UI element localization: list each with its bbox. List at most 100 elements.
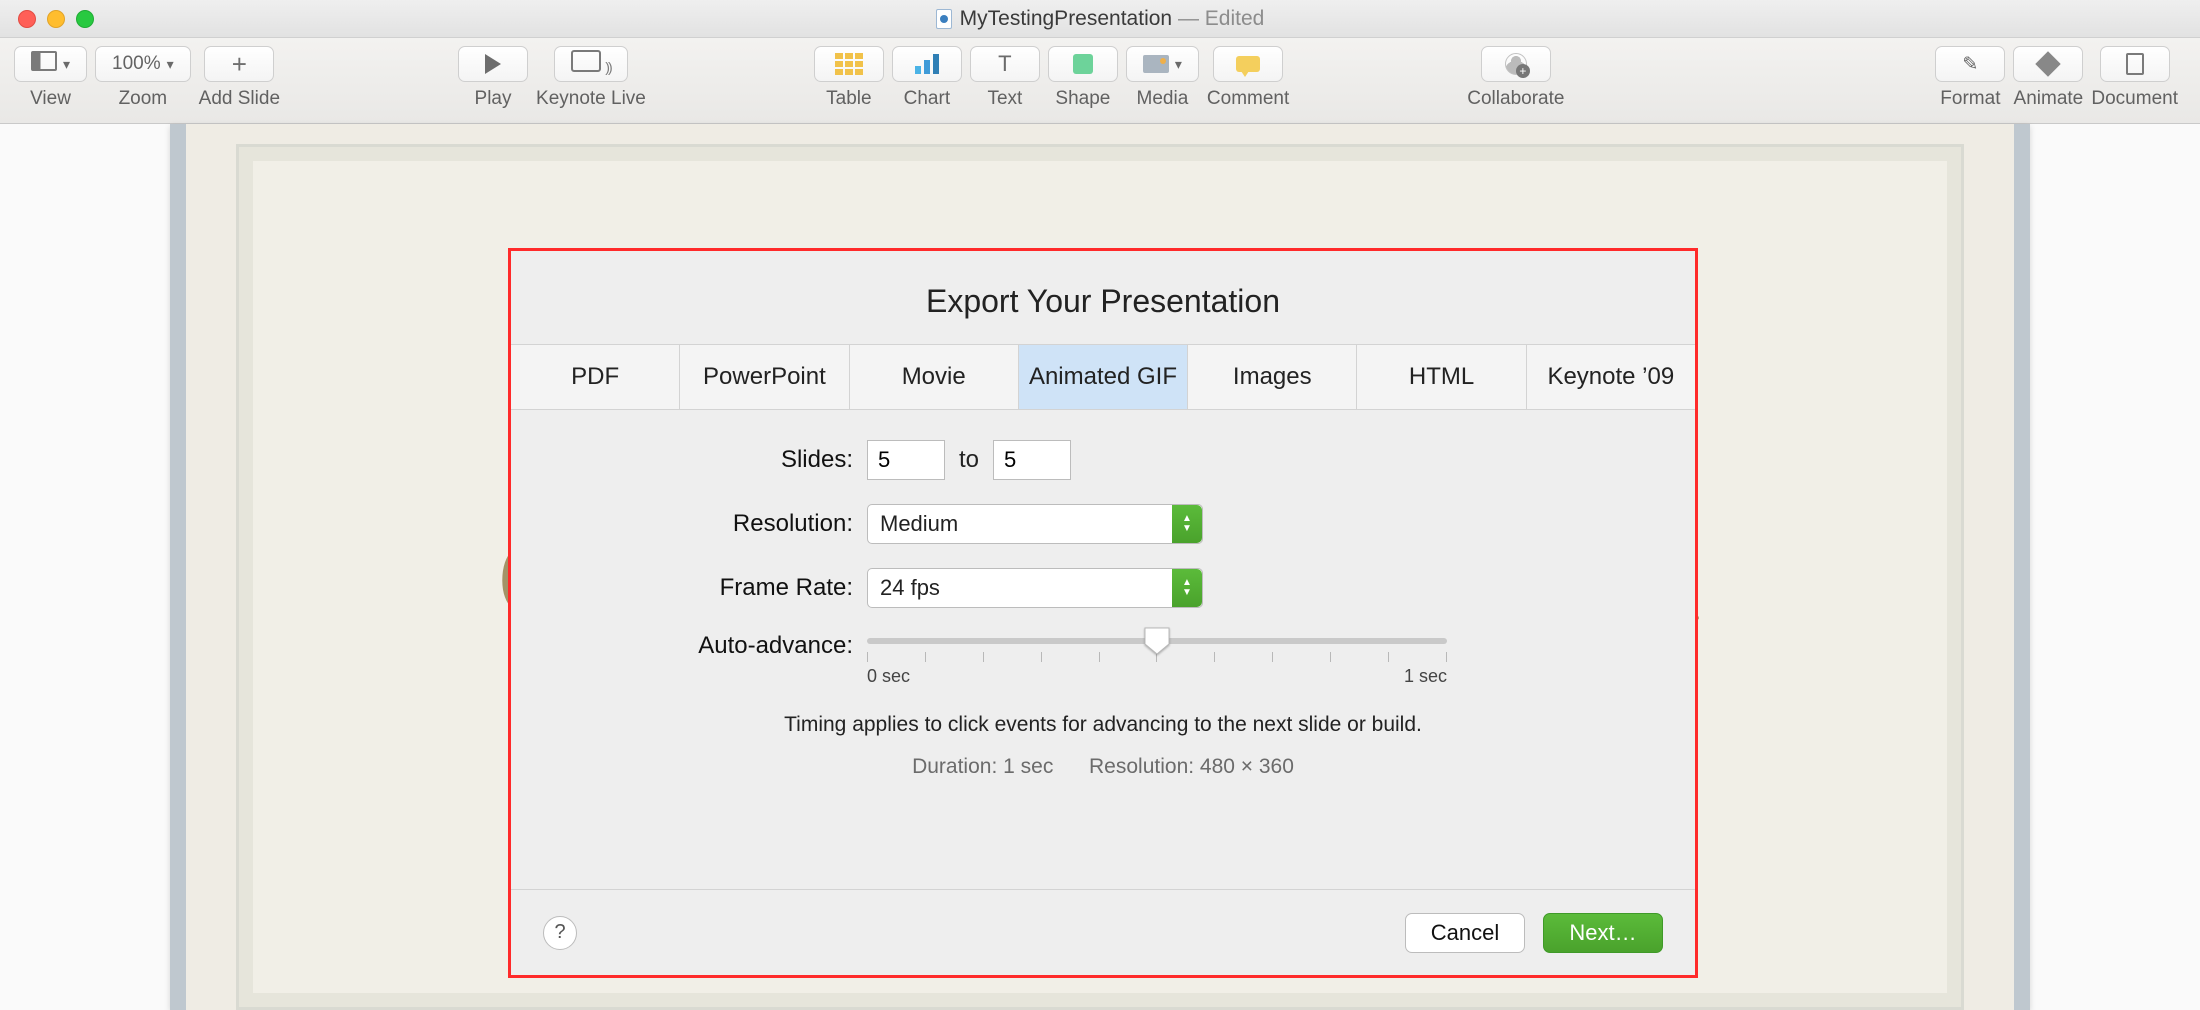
play-button[interactable]: [458, 46, 528, 82]
table-label: Table: [826, 88, 871, 110]
page-icon: [2126, 53, 2144, 75]
toolbar-collaborate: Collaborate: [1467, 46, 1564, 110]
window-titlebar: MyTestingPresentation — Edited: [0, 0, 2200, 38]
keynote-live-button[interactable]: [554, 46, 627, 82]
media-icon: [1143, 55, 1169, 73]
toolbar-play: Play: [458, 46, 528, 110]
view-label: View: [30, 88, 71, 110]
toolbar-shape: Shape: [1048, 46, 1118, 110]
document-title: MyTestingPresentation: [960, 7, 1172, 31]
slider-tick-labels: 0 sec 1 sec: [867, 666, 1447, 687]
tab-pdf[interactable]: PDF: [511, 345, 680, 409]
meta-resolution: Resolution: 480 × 360: [1089, 755, 1294, 778]
cancel-button[interactable]: Cancel: [1405, 913, 1525, 953]
toolbar-comment: Comment: [1207, 46, 1289, 110]
toolbar-text: T Text: [970, 46, 1040, 110]
slides-to-input[interactable]: [993, 440, 1071, 480]
view-button[interactable]: ▾: [14, 46, 87, 82]
zoom-value: 100%: [112, 53, 161, 75]
row-autoadvance: Auto-advance: 0 sec 1 sec: [561, 632, 1645, 687]
help-button[interactable]: ?: [543, 916, 577, 950]
window-controls: [18, 10, 94, 28]
toolbar-format: ✎ Format: [1935, 46, 2005, 110]
shape-label: Shape: [1055, 88, 1110, 110]
chevron-down-icon: ▾: [1175, 56, 1182, 73]
canvas-area: Cr in Keynote Export Your Presentation P…: [0, 124, 2200, 1010]
comment-label: Comment: [1207, 88, 1289, 110]
zoom-window-button[interactable]: [76, 10, 94, 28]
tab-animated-gif[interactable]: Animated GIF: [1019, 345, 1188, 409]
shape-icon: [1073, 54, 1093, 74]
play-label: Play: [475, 88, 512, 110]
tab-html[interactable]: HTML: [1357, 345, 1526, 409]
chevron-down-icon: ▾: [63, 56, 70, 73]
slides-label: Slides:: [561, 446, 867, 474]
slider-thumb[interactable]: [1143, 626, 1171, 656]
toolbar-view: ▾ View: [14, 46, 87, 110]
text-icon: T: [998, 51, 1011, 77]
chart-label: Chart: [904, 88, 950, 110]
slider-min-label: 0 sec: [867, 666, 910, 687]
toolbar-add-slide: + Add Slide: [199, 46, 280, 110]
text-button[interactable]: T: [970, 46, 1040, 82]
collaborate-button[interactable]: [1481, 46, 1551, 82]
view-icon: [31, 51, 57, 77]
resolution-select[interactable]: Medium: [867, 504, 1203, 544]
row-slides: Slides: to: [561, 440, 1645, 480]
resolution-value: Medium: [880, 511, 958, 537]
timing-hint: Timing applies to click events for advan…: [561, 713, 1645, 737]
comment-icon: [1236, 56, 1260, 72]
framerate-value: 24 fps: [880, 575, 940, 601]
resolution-label: Resolution:: [561, 510, 867, 538]
zoom-button[interactable]: 100% ▾: [95, 46, 191, 82]
zoom-label: Zoom: [119, 88, 168, 110]
dialog-title: Export Your Presentation: [511, 251, 1695, 344]
media-label: Media: [1137, 88, 1189, 110]
export-form: Slides: to Resolution: Medium Frame Rate…: [511, 410, 1695, 791]
close-window-button[interactable]: [18, 10, 36, 28]
comment-button[interactable]: [1213, 46, 1283, 82]
row-framerate: Frame Rate: 24 fps: [561, 568, 1645, 608]
animate-button[interactable]: [2013, 46, 2083, 82]
media-button[interactable]: ▾: [1126, 46, 1199, 82]
next-button[interactable]: Next…: [1543, 913, 1663, 953]
chevron-down-icon: ▾: [167, 56, 174, 73]
collaborate-label: Collaborate: [1467, 88, 1564, 110]
add-slide-button[interactable]: +: [204, 46, 274, 82]
animate-label: Animate: [2014, 88, 2084, 110]
document-button[interactable]: [2100, 46, 2170, 82]
framerate-select[interactable]: 24 fps: [867, 568, 1203, 608]
text-label: Text: [987, 88, 1022, 110]
slides-from-input[interactable]: [867, 440, 945, 480]
keynote-live-label: Keynote Live: [536, 88, 646, 110]
broadcast-icon: [571, 50, 610, 78]
diamond-icon: [2036, 51, 2061, 76]
table-button[interactable]: [814, 46, 884, 82]
autoadvance-label: Auto-advance:: [561, 632, 867, 660]
minimize-window-button[interactable]: [47, 10, 65, 28]
brush-icon: ✎: [1962, 53, 1978, 76]
tab-powerpoint[interactable]: PowerPoint: [680, 345, 849, 409]
tab-movie[interactable]: Movie: [850, 345, 1019, 409]
autoadvance-slider[interactable]: 0 sec 1 sec: [867, 638, 1447, 687]
toolbar-keynote-live: Keynote Live: [536, 46, 646, 110]
toolbar-zoom: 100% ▾ Zoom: [95, 46, 191, 110]
play-icon: [485, 54, 501, 74]
collaborate-icon: [1505, 53, 1527, 75]
row-resolution: Resolution: Medium: [561, 504, 1645, 544]
plus-icon: +: [232, 51, 247, 77]
chart-button[interactable]: [892, 46, 962, 82]
format-button[interactable]: ✎: [1935, 46, 2005, 82]
tab-images[interactable]: Images: [1188, 345, 1357, 409]
framerate-label: Frame Rate:: [561, 574, 867, 602]
toolbar-document: Document: [2091, 46, 2178, 110]
slider-max-label: 1 sec: [1404, 666, 1447, 687]
add-slide-label: Add Slide: [199, 88, 280, 110]
chart-icon: [915, 54, 939, 74]
stepper-icon: [1172, 569, 1202, 607]
shape-button[interactable]: [1048, 46, 1118, 82]
document-label: Document: [2091, 88, 2178, 110]
export-meta: Duration: 1 sec Resolution: 480 × 360: [561, 755, 1645, 779]
export-dialog: Export Your Presentation PDF PowerPoint …: [508, 248, 1698, 978]
tab-keynote09[interactable]: Keynote ’09: [1527, 345, 1695, 409]
